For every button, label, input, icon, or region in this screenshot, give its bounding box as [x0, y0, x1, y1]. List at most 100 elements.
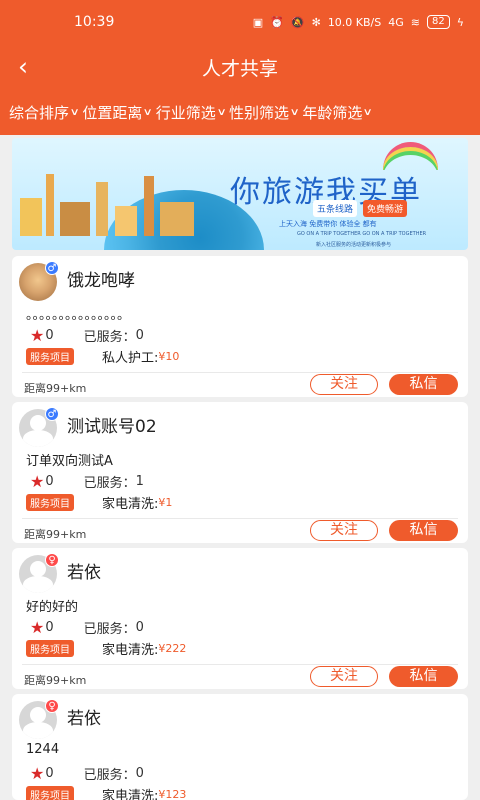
bluetooth-icon: ✻ [311, 15, 321, 29]
rating-value: 0 [45, 474, 54, 489]
banner-tags: 五条线路 免费畅游 [313, 200, 408, 217]
user-name: 若依 [67, 709, 101, 729]
chevron-down-icon: ∨ [69, 107, 80, 118]
banner-subline: 上天入海 免费带你 体验全 都有 [279, 220, 377, 228]
served-label: 已服务： [83, 330, 136, 345]
nav-bar: ‹ 人才共享 [0, 44, 480, 90]
male-icon: ♂ [45, 407, 59, 421]
page-title: 人才共享 [201, 57, 278, 80]
banner-tag-routes: 五条线路 [313, 200, 358, 217]
user-name: 若依 [67, 563, 101, 583]
served-count: 0 [135, 620, 144, 635]
star-icon: ★ [30, 326, 45, 345]
filter-age[interactable]: 年龄筛选 ∨ [302, 102, 374, 123]
service-name: 家电清洗: [102, 789, 159, 800]
rating-value: 0 [45, 620, 54, 635]
follow-button[interactable]: 关注 [310, 520, 378, 541]
rating-value: 0 [45, 328, 54, 343]
filter-industry[interactable]: 行业筛选 ∨ [156, 102, 227, 123]
distance-label: 距离99+km [24, 674, 87, 687]
status-icons: ▣ ⏰ 🔕 ✻ 10.0 KB/S 4G ≋ 82 ϟ [253, 15, 464, 29]
star-icon: ★ [30, 472, 45, 491]
landmarks-illustration [20, 166, 210, 236]
card-divider [22, 664, 458, 665]
banner-tag-free: 免费畅游 [363, 200, 408, 217]
service-row: 服务项目 家电清洗: ¥123 [26, 785, 186, 800]
user-intro: 。。。。。。。。。。。。。。。 [26, 308, 131, 323]
filter-gender[interactable]: 性别筛选 ∨ [229, 102, 300, 123]
network-speed: 10.0 KB/S [327, 15, 382, 29]
chevron-down-icon: ∨ [216, 107, 227, 118]
female-icon: ♀ [45, 553, 59, 567]
filter-sort[interactable]: 综合排序 ∨ [9, 102, 80, 123]
alarm-icon: ⏰ [270, 15, 284, 29]
rainbow-illustration [383, 142, 438, 170]
battery-indicator: 82 [427, 15, 450, 29]
nfc-icon: ▣ [252, 15, 264, 29]
back-icon[interactable]: ‹ [18, 54, 44, 80]
filter-label: 年龄筛选 [302, 104, 363, 122]
talent-card[interactable]: ♂ 测试账号02 订单双向测试A ★ 0 已服务： 1 服务项目 家电清洗: ¥… [12, 402, 468, 543]
charging-icon: ϟ [456, 15, 464, 29]
talent-card[interactable]: ♂ 饿龙咆哮 。。。。。。。。。。。。。。。 ★ 0 已服务： 0 服务项目 私… [12, 256, 468, 397]
user-stats: ★ 0 已服务： 0 [30, 326, 144, 345]
filter-distance[interactable]: 位置距离 ∨ [82, 102, 154, 123]
user-name: 测试账号02 [67, 417, 157, 437]
star-icon: ★ [30, 618, 45, 637]
service-name: 家电清洗: [102, 497, 159, 512]
service-name: 私人护工: [102, 351, 159, 366]
service-price: ¥123 [158, 788, 187, 800]
service-row: 服务项目 私人护工: ¥10 [26, 347, 179, 366]
user-stats: ★ 0 已服务： 0 [30, 764, 144, 783]
filter-label: 位置距离 [82, 104, 143, 122]
chevron-down-icon: ∨ [289, 107, 300, 118]
served-count: 0 [135, 328, 144, 343]
female-icon: ♀ [45, 699, 59, 713]
service-row: 服务项目 家电清洗: ¥1 [26, 493, 172, 512]
chevron-down-icon: ∨ [142, 107, 154, 118]
served-count: 0 [135, 766, 144, 781]
wifi-icon: ≋ [410, 15, 420, 29]
chevron-down-icon: ∨ [362, 107, 374, 118]
mute-icon: 🔕 [290, 15, 305, 29]
user-intro: 1244 [26, 742, 60, 757]
service-tag: 服务项目 [26, 786, 74, 800]
served-label: 已服务： [83, 768, 136, 783]
filter-label: 综合排序 [9, 104, 70, 122]
user-stats: ★ 0 已服务： 1 [30, 472, 144, 491]
service-name: 家电清洗: [102, 643, 159, 658]
service-price: ¥10 [158, 350, 180, 363]
talent-card[interactable]: ♀ 若依 好的好的 ★ 0 已服务： 0 服务项目 家电清洗: ¥222 距离9… [12, 548, 468, 689]
rating-value: 0 [45, 766, 54, 781]
user-stats: ★ 0 已服务： 0 [30, 618, 144, 637]
service-row: 服务项目 家电清洗: ¥222 [26, 639, 186, 658]
follow-button[interactable]: 关注 [310, 374, 378, 395]
served-label: 已服务： [83, 622, 136, 637]
service-price: ¥1 [158, 496, 173, 509]
follow-button[interactable]: 关注 [310, 666, 378, 687]
filter-label: 性别筛选 [229, 104, 290, 122]
user-name: 饿龙咆哮 [67, 271, 135, 291]
signal-icon: 4G [388, 15, 404, 29]
male-icon: ♂ [45, 261, 59, 275]
status-time: 10:39 [74, 14, 115, 30]
talent-card[interactable]: ♀ 若依 1244 ★ 0 已服务： 0 服务项目 家电清洗: ¥123 [12, 694, 468, 800]
distance-label: 距离99+km [24, 528, 87, 541]
service-tag: 服务项目 [26, 640, 74, 657]
card-divider [22, 372, 458, 373]
top-header: 10:39 ▣ ⏰ 🔕 ✻ 10.0 KB/S 4G ≋ 82 ϟ ‹ 人才共享… [0, 0, 480, 135]
user-intro: 订单双向测试A [26, 454, 113, 469]
service-tag: 服务项目 [26, 348, 74, 365]
message-button[interactable]: 私信 [389, 374, 458, 395]
served-count: 1 [135, 474, 144, 489]
filter-bar: 综合排序 ∨ 位置距离 ∨ 行业筛选 ∨ 性别筛选 ∨ 年龄筛选 ∨ [0, 90, 480, 135]
distance-label: 距离99+km [24, 382, 87, 395]
message-button[interactable]: 私信 [389, 666, 458, 687]
star-icon: ★ [30, 764, 45, 783]
promo-banner[interactable]: 你旅游我买单 五条线路 免费畅游 上天入海 免费带你 体验全 都有 GO ON … [12, 138, 468, 250]
message-button[interactable]: 私信 [389, 520, 458, 541]
user-intro: 好的好的 [26, 600, 79, 615]
banner-small-line: GO ON A TRIP TOGETHER GO ON A TRIP TOGET… [297, 231, 427, 237]
banner-tiny-line: 新入社区服务的活动更新积极参与 [316, 242, 392, 248]
card-divider [22, 518, 458, 519]
